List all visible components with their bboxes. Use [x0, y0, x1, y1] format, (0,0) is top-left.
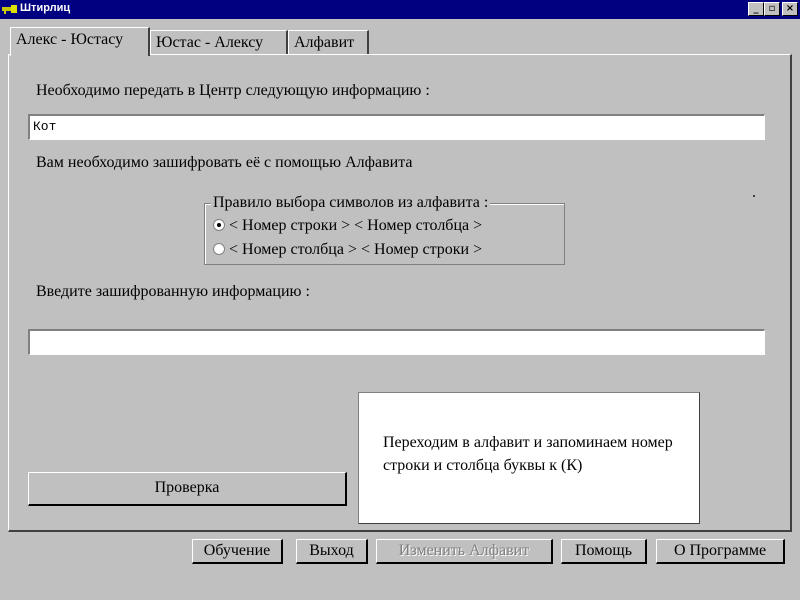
rule-option-label: < Номер строки > < Номер столбца > — [229, 217, 483, 234]
hint-box: Переходим в алфавит и запоминаем номер с… — [358, 392, 700, 524]
about-button[interactable]: О Программе — [656, 539, 785, 564]
radio-checked[interactable] — [213, 219, 225, 231]
minimize-button[interactable]: _ — [748, 2, 764, 16]
key-icon — [2, 5, 17, 14]
message-field: Кот — [28, 114, 765, 140]
tab-label: Юстас - Алексу — [156, 34, 264, 51]
tab-label: Алфавит — [294, 34, 355, 51]
enter-encrypted-label: Введите зашифрованную информацию : — [36, 283, 310, 300]
tab-yustas-aleksu[interactable]: Юстас - Алексу — [150, 30, 288, 55]
tab-aleks-yustasu[interactable]: Алекс - Юстасу — [10, 27, 150, 56]
window-title: Штирлиц — [20, 2, 71, 14]
rule-groupbox: Правило выбора символов из алфавита : < … — [204, 194, 565, 265]
restore-button[interactable]: ▫ — [764, 2, 780, 16]
training-button[interactable]: Обучение — [192, 539, 283, 564]
change-alphabet-button: Изменить Алфавит — [376, 539, 553, 564]
title-bar: Штирлиц _ ▫ × — [0, 0, 800, 19]
encrypt-instruction-label: Вам необходимо зашифровать её с помощью … — [36, 154, 413, 171]
message-value: Кот — [33, 119, 57, 134]
rule-groupbox-title: Правило выбора символов из алфавита : — [211, 194, 491, 212]
send-info-label: Необходимо передать в Центр следующую ин… — [36, 82, 430, 99]
rule-option-col-row[interactable]: < Номер столбца > < Номер строки > — [213, 241, 482, 259]
check-button[interactable]: Проверка — [28, 472, 347, 506]
stray-dot — [753, 195, 755, 197]
rule-option-row-col[interactable]: < Номер строки > < Номер столбца > — [213, 217, 482, 235]
tab-label: Алекс - Юстасу — [16, 31, 124, 48]
radio-unchecked[interactable] — [213, 243, 225, 255]
tab-alphabet[interactable]: Алфавит — [288, 30, 369, 55]
hint-text: Переходим в алфавит и запоминаем номер с… — [383, 434, 673, 474]
close-button[interactable]: × — [782, 2, 798, 16]
help-button[interactable]: Помощь — [561, 539, 647, 564]
exit-button[interactable]: Выход — [296, 539, 368, 564]
answer-input[interactable] — [28, 329, 765, 355]
rule-option-label: < Номер столбца > < Номер строки > — [229, 241, 483, 258]
